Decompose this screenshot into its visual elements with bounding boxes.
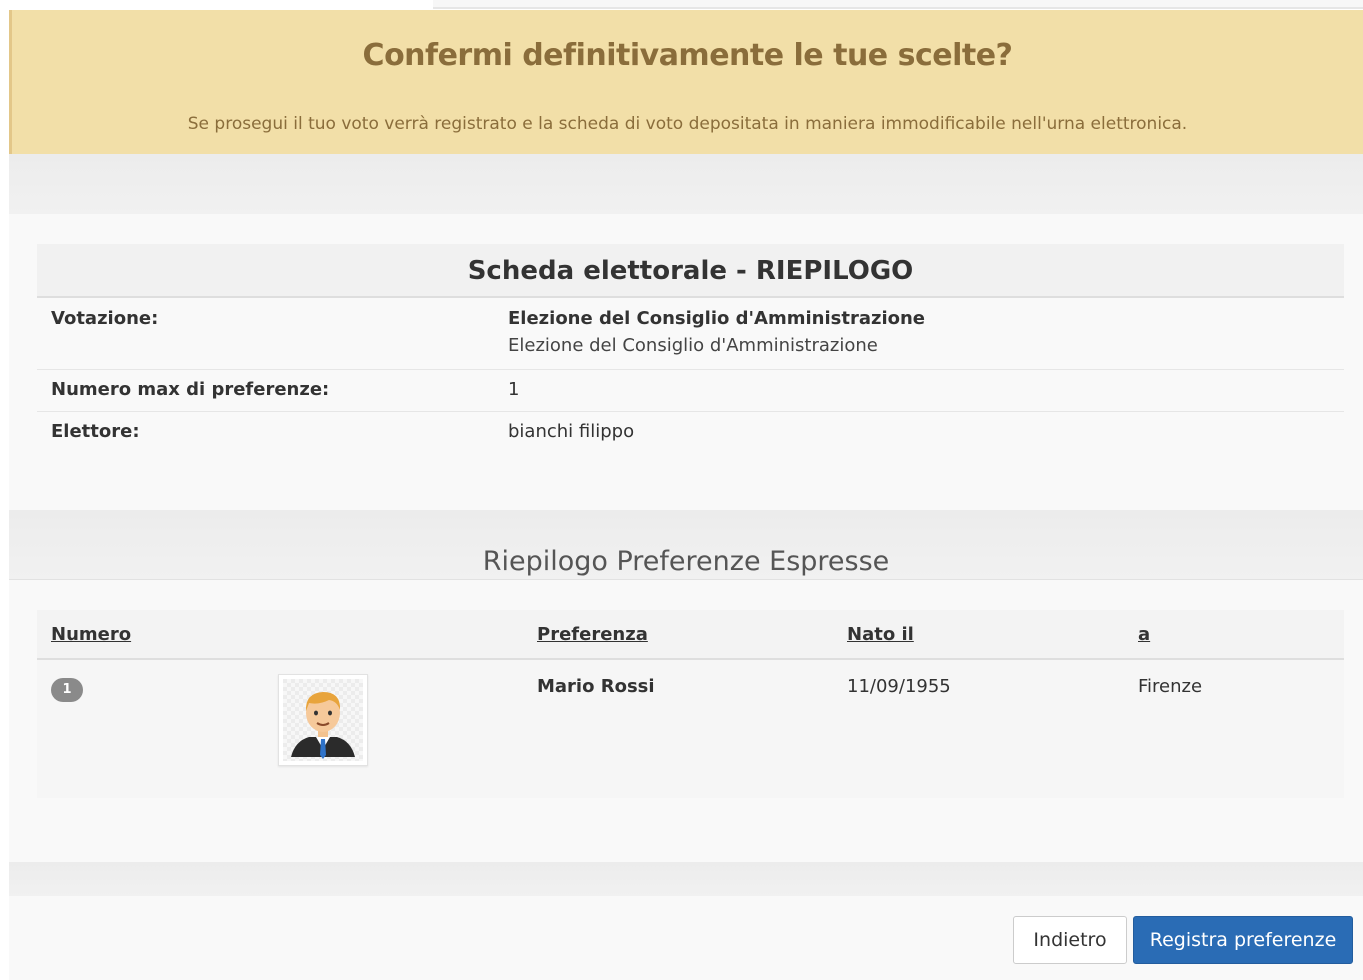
summary-label: Votazione:	[51, 308, 159, 329]
preferences-title: Riepilogo Preferenze Espresse	[482, 546, 890, 577]
separator-band	[9, 154, 1363, 214]
alert-title: Confermi definitivamente le tue scelte?	[362, 38, 1013, 73]
preference-number-badge: 1	[51, 678, 83, 702]
column-header-preferenza[interactable]: Preferenza	[537, 624, 648, 645]
summary-value: bianchi filippo	[508, 421, 635, 442]
preferences-table-header: Numero Preferenza Nato il a	[37, 610, 1344, 660]
preference-birth-place: Firenze	[1138, 676, 1203, 697]
preference-name: Mario Rossi	[537, 676, 655, 697]
summary-row-votazione: Votazione: Elezione del Consiglio d'Ammi…	[37, 308, 1344, 370]
confirm-alert: Confermi definitivamente le tue scelte? …	[9, 10, 1363, 154]
table-row: 1 Mario Rossi 11/09/1955 Firenze	[37, 662, 1344, 798]
summary-value: Elezione del Consiglio d'Amministrazione…	[508, 308, 925, 356]
summary-row-max-preferences: Numero max di preferenze: 1	[37, 370, 1344, 412]
top-strip	[0, 0, 1363, 10]
top-tab-edge	[433, 0, 1363, 9]
summary-label: Elettore:	[51, 421, 140, 442]
summary-label: Numero max di preferenze:	[51, 379, 330, 400]
page: Confermi definitivamente le tue scelte? …	[9, 10, 1363, 980]
column-header-numero[interactable]: Numero	[51, 624, 131, 645]
back-button[interactable]: Indietro	[1013, 916, 1127, 964]
footer-separator-band	[9, 862, 1363, 896]
register-preferences-button[interactable]: Registra preferenze	[1133, 916, 1353, 964]
avatar-image	[283, 679, 363, 761]
column-header-nato-il[interactable]: Nato il	[847, 624, 914, 645]
summary-value: 1	[508, 379, 520, 400]
preference-birth-date: 11/09/1955	[847, 676, 951, 697]
votazione-title: Elezione del Consiglio d'Amministrazione	[508, 308, 926, 329]
preferences-table: Numero Preferenza Nato il a 1 Mario Ross…	[37, 610, 1344, 798]
alert-message: Se prosegui il tuo voto verrà registrato…	[187, 114, 1188, 134]
summary-title: Scheda elettorale - RIEPILOGO	[37, 244, 1344, 298]
column-header-a[interactable]: a	[1138, 624, 1150, 645]
votazione-description: Elezione del Consiglio d'Amministrazione	[508, 335, 878, 356]
summary-row-elettore: Elettore: bianchi filippo	[37, 412, 1344, 454]
footer-actions: Indietro Registra preferenze	[9, 896, 1363, 980]
user-avatar-icon	[278, 674, 368, 766]
